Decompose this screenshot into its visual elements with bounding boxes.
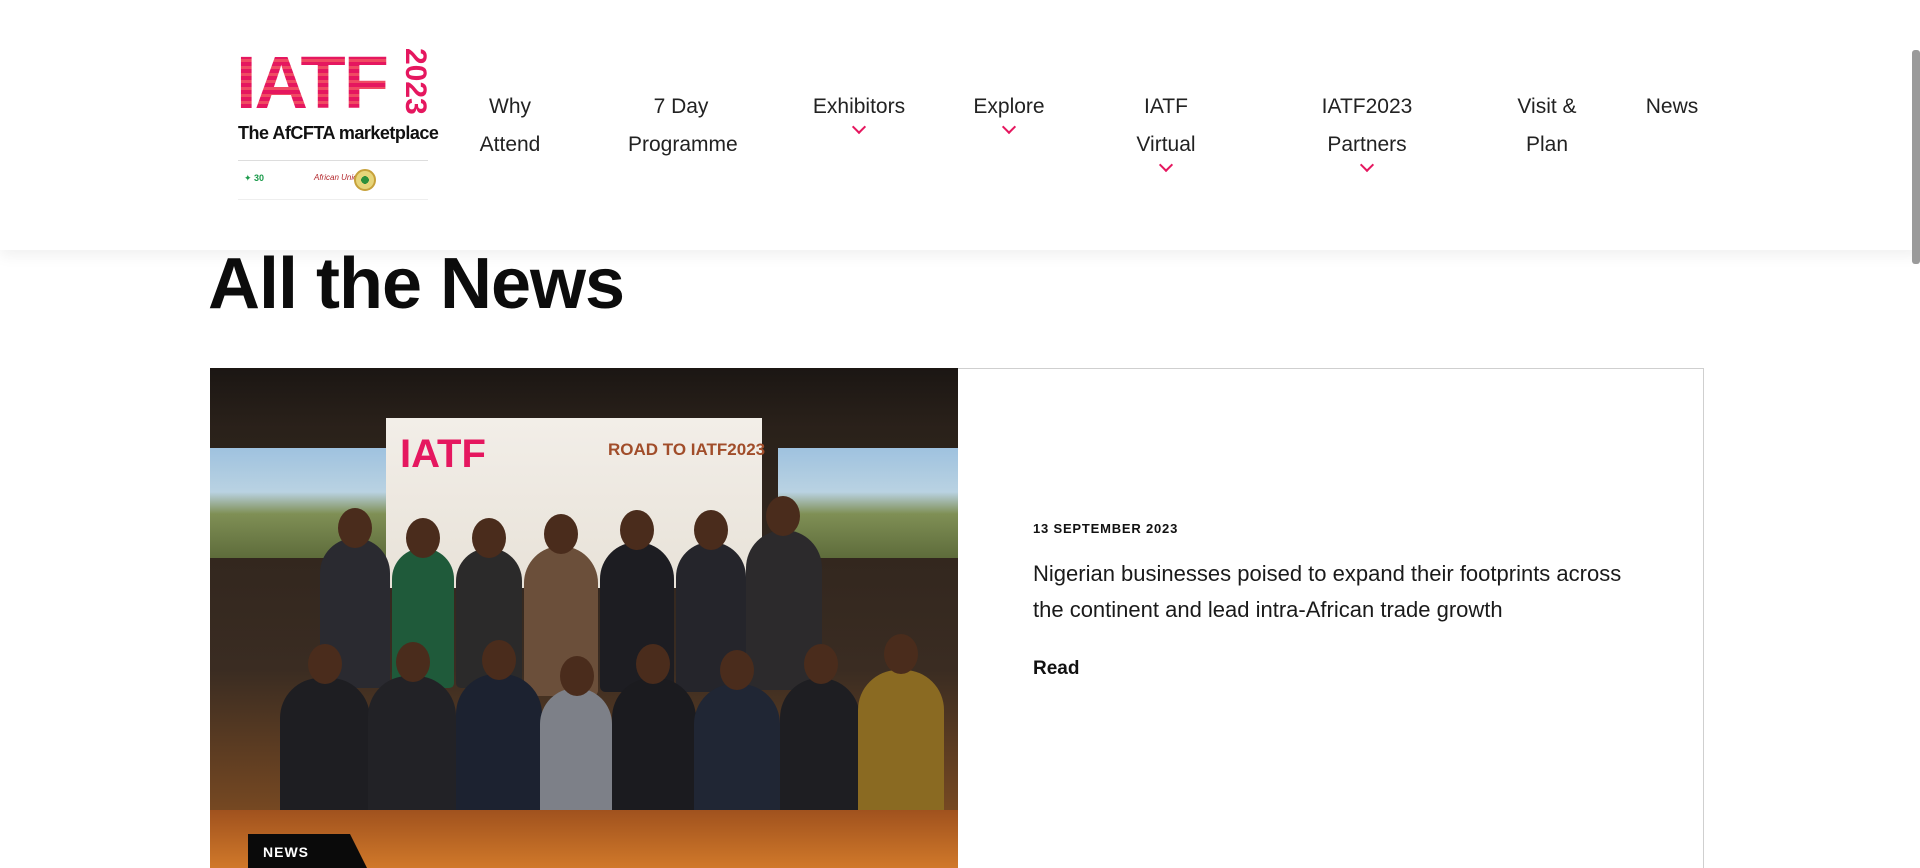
nav-7-day-programme[interactable]: 7 Day Programme	[628, 88, 738, 164]
read-link[interactable]: Read	[1033, 658, 1633, 680]
nav-iatf-virtual[interactable]: IATF Virtual	[1112, 88, 1220, 176]
news-card-body: 13 SEPTEMBER 2023 Nigerian businesses po…	[1033, 521, 1633, 680]
nav-label: News	[1645, 95, 1699, 118]
nav-label: Why	[489, 95, 531, 118]
afcfta-seal-icon	[354, 169, 376, 191]
news-photo[interactable]: IATF ROAD TO IATF2023 NEWS	[210, 368, 958, 868]
news-headline[interactable]: Nigerian businesses poised to expand the…	[1033, 556, 1633, 628]
nav-label: Attend	[479, 133, 541, 156]
nav-explore[interactable]: Explore	[972, 88, 1046, 138]
nav-label: IATF Virtual	[1136, 95, 1196, 156]
nav-exhibitors[interactable]: Exhibitors	[812, 88, 906, 138]
featured-news-card[interactable]: IATF ROAD TO IATF2023 NEWS 13 SEPTEMBER …	[210, 368, 1704, 868]
group-of-people	[280, 438, 944, 868]
main-navigation: Why Attend 7 Day Programme Exhibitors Ex…	[0, 88, 1920, 173]
nav-label: Plan	[1525, 133, 1569, 156]
nav-label: Programme	[628, 133, 738, 156]
page-scrollbar[interactable]	[1912, 50, 1920, 264]
nav-news[interactable]: News	[1644, 88, 1700, 126]
afreximbank-30-icon: ✦ 30	[244, 173, 265, 183]
nav-iatf2023-partners[interactable]: IATF2023 Partners	[1280, 88, 1454, 176]
news-date: 13 SEPTEMBER 2023	[1033, 521, 1179, 536]
category-badge[interactable]: NEWS	[248, 834, 368, 868]
page-title: All the News	[208, 244, 625, 324]
nav-visit-plan[interactable]: Visit & Plan	[1516, 88, 1578, 164]
nav-label: IATF2023 Partners	[1321, 95, 1413, 156]
site-header: IATF 2023 The AfCFTA marketplace ✦ 30 Af…	[0, 0, 1920, 250]
nav-label: Visit &	[1517, 95, 1577, 118]
nav-label: 7 Day	[653, 95, 709, 118]
nav-why-attend[interactable]: Why Attend	[478, 88, 542, 164]
